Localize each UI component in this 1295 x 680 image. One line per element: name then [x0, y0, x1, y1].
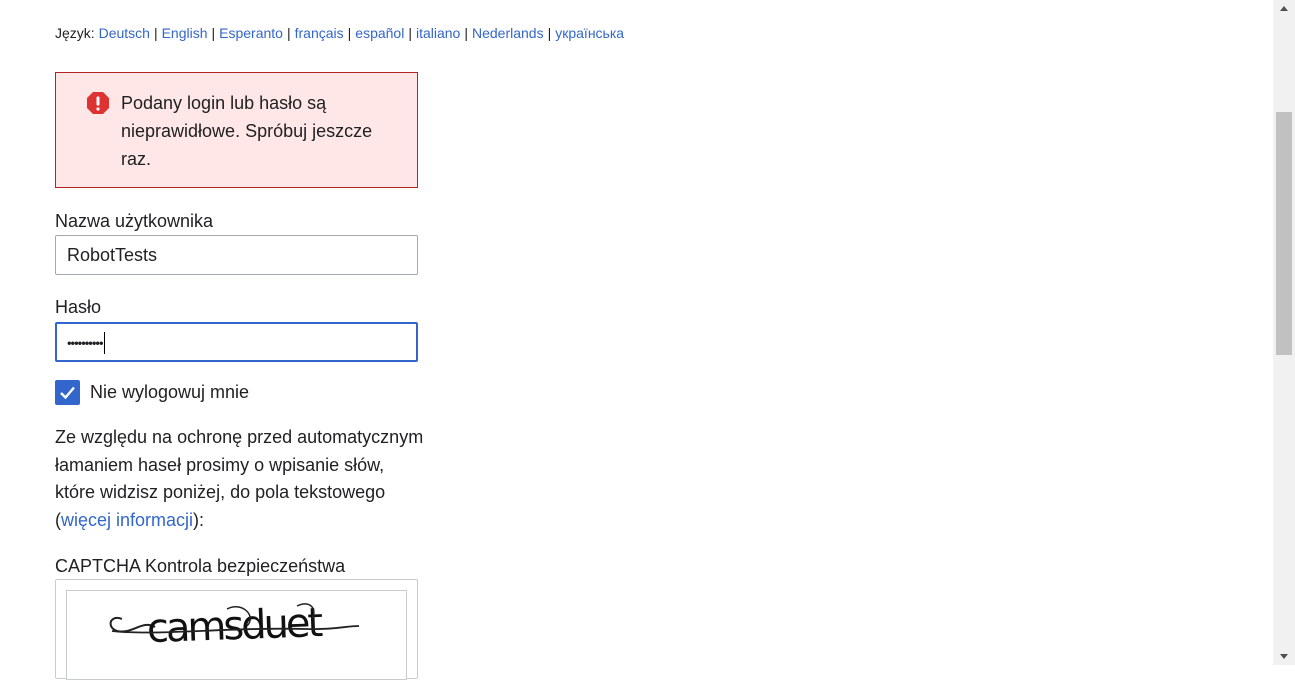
vertical-scrollbar[interactable] [1273, 0, 1295, 665]
language-separator: | [408, 25, 412, 41]
language-separator: | [347, 25, 352, 41]
password-input[interactable]: •••••••••• [55, 322, 418, 362]
language-separator: | [153, 25, 158, 41]
scroll-up-arrow-icon[interactable] [1273, 0, 1295, 17]
captcha-text: camsduet [146, 600, 323, 652]
language-link-francais[interactable]: français [295, 25, 344, 41]
language-label: Język: [55, 25, 95, 41]
password-masked-value: •••••••••• [67, 335, 104, 351]
captcha-label: CAPTCHA Kontrola bezpieczeństwa [55, 556, 346, 576]
language-separator: | [286, 25, 291, 41]
language-separator: | [464, 25, 468, 41]
captcha-image: camsduet [66, 590, 407, 680]
login-page: Język: Deutsch | English | Esperanto | françai… [0, 0, 1273, 680]
checkmark-icon [60, 386, 75, 400]
language-link-deutsch[interactable]: Deutsch [99, 25, 150, 41]
username-input[interactable]: RobotTests [55, 235, 418, 275]
captcha-container: camsduet [55, 579, 418, 680]
scroll-down-arrow-icon[interactable] [1273, 648, 1295, 665]
error-icon [86, 91, 110, 115]
language-separator: | [547, 25, 552, 41]
language-link-espanol[interactable]: español [355, 25, 404, 41]
language-separator: | [211, 25, 216, 41]
language-link-esperanto[interactable]: Esperanto [219, 25, 283, 41]
username-label: Nazwa użytkownika [55, 211, 214, 231]
scrollbar-thumb[interactable] [1276, 112, 1292, 355]
text-caret [103, 332, 105, 355]
error-message-text: Podany login lub hasło są nieprawidłowe.… [121, 93, 373, 169]
captcha-info-after: ): [193, 509, 205, 530]
captcha-distorted-text: camsduet [109, 600, 360, 652]
password-label: Hasło [55, 297, 102, 317]
error-message-box: Podany login lub hasło są nieprawidłowe.… [55, 72, 418, 188]
language-link-ukrainian[interactable]: українська [555, 25, 624, 41]
more-info-link[interactable]: więcej informacji [61, 510, 193, 530]
username-value: RobotTests [67, 245, 158, 265]
captcha-info-text: Ze względu na ochronę przed automatyczny… [55, 424, 425, 534]
language-link-english[interactable]: English [162, 25, 208, 41]
remember-me-label[interactable]: Nie wylogowuj mnie [90, 381, 249, 403]
language-link-italiano[interactable]: italiano [416, 25, 460, 41]
language-bar: Język: Deutsch | English | Esperanto | françai… [55, 25, 624, 41]
language-link-nederlands[interactable]: Nederlands [472, 25, 544, 41]
remember-me-checkbox[interactable] [55, 380, 80, 405]
